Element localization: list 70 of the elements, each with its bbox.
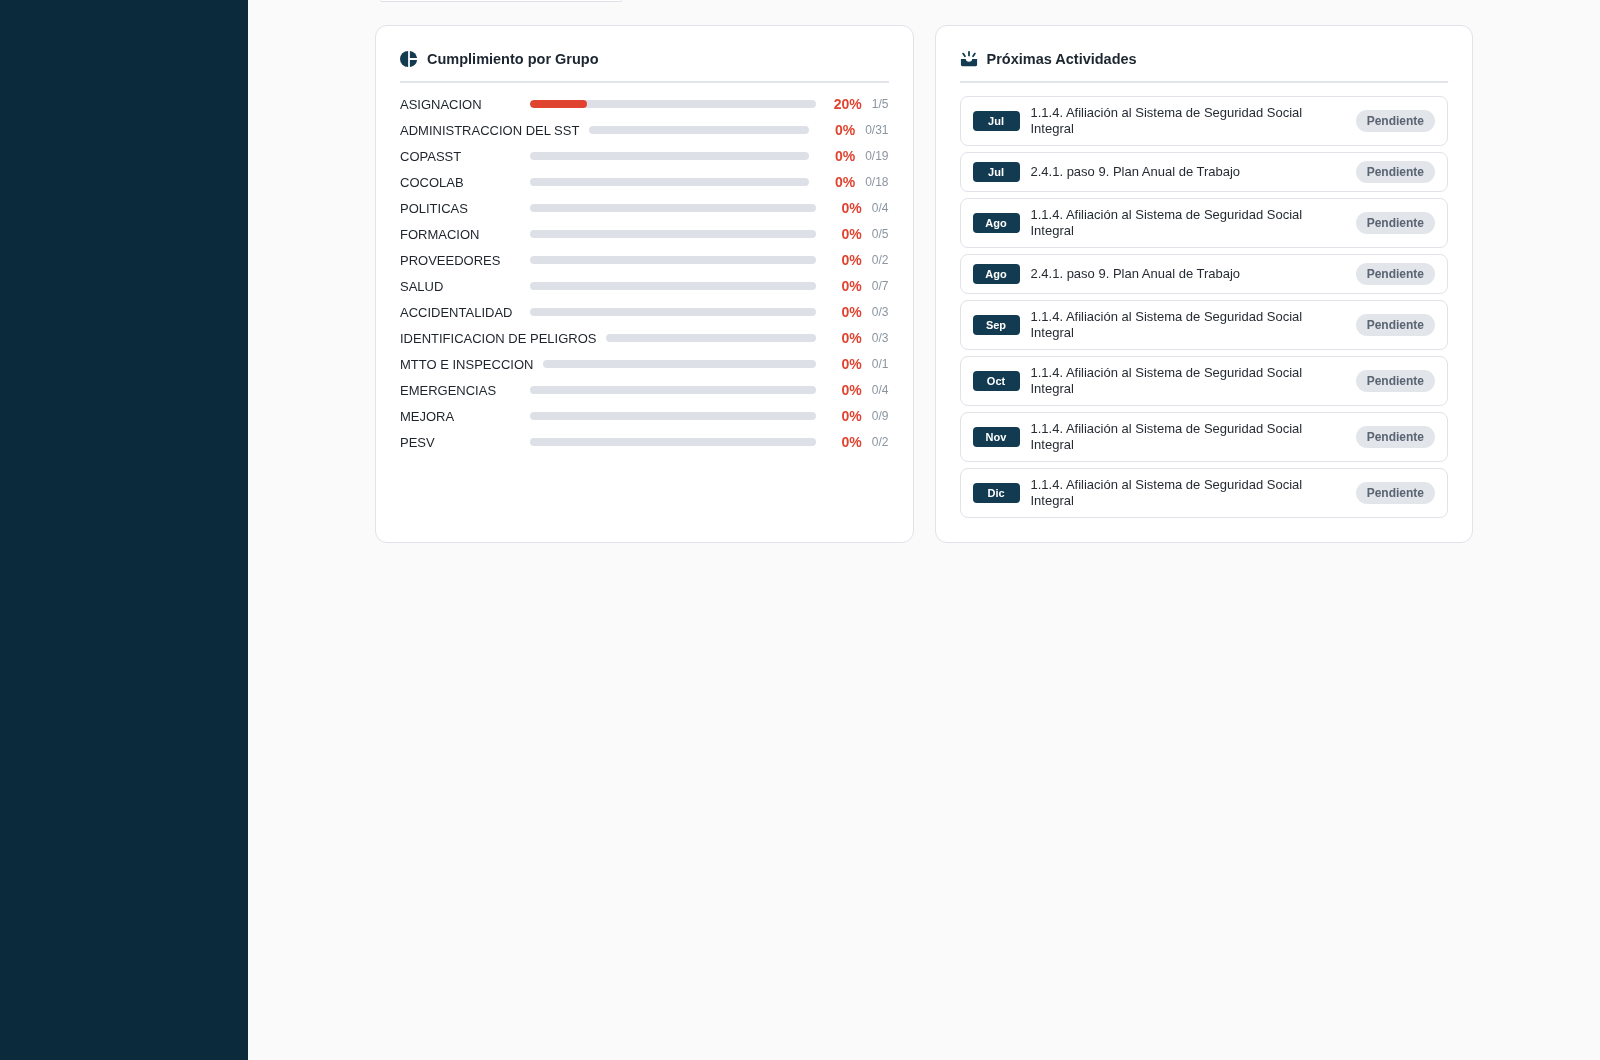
status-pill: Pendiente bbox=[1355, 370, 1435, 392]
percent-value: 0% bbox=[833, 148, 856, 164]
count-value: 0/31 bbox=[865, 123, 889, 137]
card-title: Cumplimiento por Grupo bbox=[427, 50, 599, 68]
count-value: 0/4 bbox=[871, 383, 889, 397]
month-badge: Ago bbox=[972, 213, 1020, 233]
activity-title: 2.4.1. paso 9. Plan Anual de Trabajo bbox=[1030, 266, 1242, 282]
month-badge: Sep bbox=[972, 315, 1020, 335]
group-name: SALUD bbox=[400, 278, 445, 294]
count-value: 0/18 bbox=[865, 175, 889, 189]
count-value: 0/3 bbox=[871, 331, 889, 345]
tray-icon bbox=[959, 50, 978, 68]
activity-title: 1.1.4. Afiliación al Sistema de Seguridad Social Integral bbox=[1030, 105, 1304, 137]
group-name: COPASST bbox=[400, 148, 463, 164]
group-name: EMERGENCIAS bbox=[400, 382, 498, 398]
activity-title: 2.4.1. paso 9. Plan Anual de Trabajo bbox=[1030, 164, 1242, 180]
percent-value: 0% bbox=[840, 330, 862, 346]
count-value: 0/1 bbox=[871, 357, 889, 371]
count-value: 0/2 bbox=[871, 253, 889, 267]
status-pill: Pendiente bbox=[1355, 314, 1435, 336]
status-pill: Pendiente bbox=[1355, 110, 1435, 132]
card-title: Próximas Actividades bbox=[986, 50, 1137, 68]
group-name: FORMACION bbox=[400, 226, 481, 242]
count-value: 0/2 bbox=[871, 435, 889, 449]
activity-title: 1.1.4. Afiliación al Sistema de Seguridad Social Integral bbox=[1030, 207, 1304, 239]
group-name: COCOLAB bbox=[400, 174, 465, 190]
status-pill: Pendiente bbox=[1355, 263, 1435, 285]
count-value: 0/19 bbox=[865, 149, 889, 163]
percent-value: 20% bbox=[832, 96, 862, 112]
group-name: ASIGNACION bbox=[400, 96, 483, 112]
month-badge: Jul bbox=[972, 111, 1020, 131]
count-value: 0/7 bbox=[871, 279, 889, 293]
percent-value: 0% bbox=[840, 382, 862, 398]
percent-value: 0% bbox=[840, 434, 862, 450]
percent-value: 0% bbox=[833, 122, 856, 138]
status-pill: Pendiente bbox=[1355, 426, 1435, 448]
group-name: IDENTIFICACION DE PELIGROS bbox=[400, 330, 597, 346]
activity-title: 1.1.4. Afiliación al Sistema de Seguridad Social Integral bbox=[1030, 421, 1304, 453]
pie-chart-icon bbox=[400, 50, 418, 68]
month-badge: Ago bbox=[972, 264, 1020, 284]
status-pill: Pendiente bbox=[1355, 212, 1435, 234]
percent-value: 0% bbox=[840, 252, 862, 268]
percent-value: 0% bbox=[840, 278, 862, 294]
percent-value: 0% bbox=[840, 356, 862, 372]
month-badge: Dic bbox=[972, 483, 1020, 503]
group-name: ACCIDENTALIDAD bbox=[400, 304, 514, 320]
group-name: PROVEEDORES bbox=[400, 252, 502, 268]
percent-value: 0% bbox=[840, 408, 862, 424]
status-pill: Pendiente bbox=[1355, 161, 1435, 183]
activity-title: 1.1.4. Afiliación al Sistema de Seguridad Social Integral bbox=[1030, 309, 1304, 341]
count-value: 0/9 bbox=[871, 409, 889, 423]
group-name: MTTO E INSPECCION bbox=[400, 356, 534, 372]
status-pill: Pendiente bbox=[1355, 482, 1435, 504]
group-name: ADMINISTRACCION DEL SST bbox=[400, 122, 580, 138]
percent-value: 0% bbox=[833, 174, 856, 190]
count-value: 1/5 bbox=[871, 97, 889, 111]
activity-title: 1.1.4. Afiliación al Sistema de Seguridad Social Integral bbox=[1030, 365, 1304, 397]
count-value: 0/5 bbox=[871, 227, 889, 241]
percent-value: 0% bbox=[840, 200, 862, 216]
activity-title: 1.1.4. Afiliación al Sistema de Seguridad Social Integral bbox=[1030, 477, 1304, 509]
group-name: PESV bbox=[400, 434, 436, 450]
month-badge: Oct bbox=[972, 371, 1020, 391]
percent-value: 0% bbox=[840, 304, 862, 320]
month-badge: Nov bbox=[972, 427, 1020, 447]
percent-value: 0% bbox=[840, 226, 862, 242]
group-name: POLITICAS bbox=[400, 200, 469, 216]
month-badge: Jul bbox=[972, 162, 1020, 182]
count-value: 0/4 bbox=[871, 201, 889, 215]
group-name: MEJORA bbox=[400, 408, 456, 424]
count-value: 0/3 bbox=[871, 305, 889, 319]
